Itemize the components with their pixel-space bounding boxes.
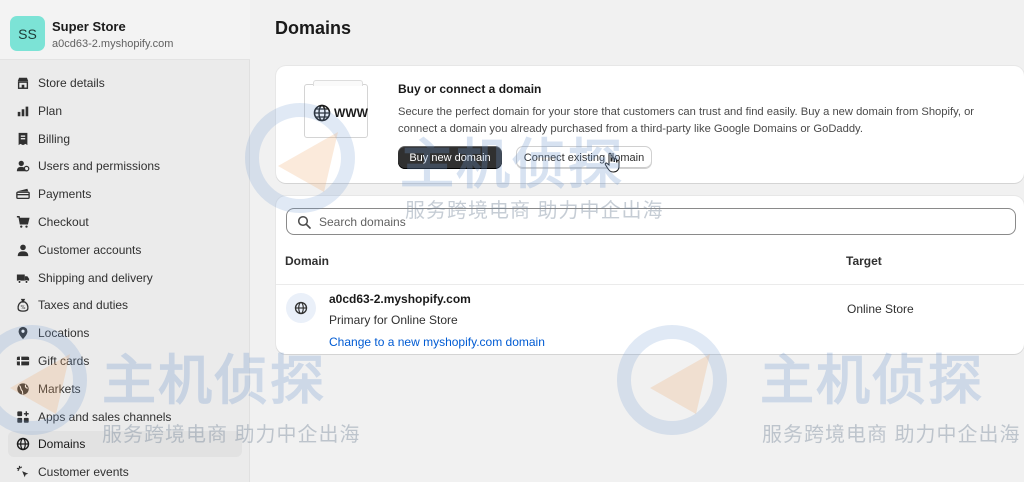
- sidebar-item-label: Markets: [38, 381, 81, 396]
- search-field[interactable]: [286, 208, 1016, 235]
- customer-icon: [15, 242, 31, 258]
- page-title: Domains: [275, 18, 352, 38]
- connect-existing-domain-button[interactable]: Connect existing domain: [516, 146, 652, 169]
- hand-cursor-icon: [604, 152, 620, 173]
- sidebar-item-gift-cards[interactable]: Gift cards: [8, 348, 242, 374]
- header-divider: [276, 284, 1024, 285]
- billing-receipt-icon: [15, 131, 31, 147]
- settings-nav: Store details Plan Billing Users and per…: [8, 70, 242, 482]
- sidebar-item-label: Domains: [38, 437, 86, 452]
- store-icon: [15, 75, 31, 91]
- sidebar-item-label: Payments: [38, 187, 92, 202]
- sidebar-item-label: Store details: [38, 76, 105, 90]
- sidebar-item-customer-accounts[interactable]: Customer accounts: [8, 237, 242, 263]
- buy-card-title: Buy or connect a domain: [398, 82, 542, 96]
- sidebar-item-label: Taxes and duties: [38, 298, 129, 313]
- store-switcher[interactable]: SS Super Store a0cd63-2.myshopify.com: [0, 0, 250, 60]
- domain-target: Online Store: [847, 302, 914, 316]
- store-name: Super Store: [52, 19, 126, 34]
- apps-icon: [15, 409, 31, 425]
- sidebar-item-label: Customer accounts: [38, 242, 142, 257]
- domains-list-card: Domain Target a0cd63-2.myshopify.com Pri…: [276, 196, 1024, 354]
- markets-globe-icon: [15, 381, 31, 397]
- svg-text:%: %: [21, 305, 26, 311]
- location-pin-icon: [15, 325, 31, 341]
- store-avatar: SS: [10, 16, 45, 51]
- sidebar-item-plan[interactable]: Plan: [8, 98, 242, 124]
- buy-connect-domain-card: WWW Buy or connect a domain Secure the p…: [276, 66, 1024, 183]
- sidebar-item-markets[interactable]: Markets: [8, 376, 242, 402]
- truck-icon: [15, 270, 31, 286]
- sidebar-item-customer-events[interactable]: Customer events: [8, 459, 242, 482]
- column-header-domain[interactable]: Domain: [285, 254, 329, 268]
- sidebar-item-label: Users and permissions: [38, 159, 161, 174]
- sidebar-item-shipping[interactable]: Shipping and delivery: [8, 265, 242, 291]
- sidebar-item-taxes[interactable]: % Taxes and duties: [8, 292, 242, 318]
- watermark-subtext: 服务跨境电商 助力中企出海: [762, 424, 1021, 446]
- sidebar-item-label: Checkout: [38, 214, 89, 229]
- sidebar-item-label: Gift cards: [38, 353, 90, 368]
- sidebar-item-label: Billing: [38, 131, 71, 146]
- sidebar-item-label: Apps and sales channels: [38, 409, 172, 424]
- domain-primary-status: Primary for Online Store: [329, 313, 458, 327]
- domains-globe-icon: [15, 436, 31, 452]
- sidebar-item-payments[interactable]: Payments: [8, 181, 242, 207]
- globe-icon: [313, 104, 331, 122]
- sidebar-item-domains[interactable]: Domains: [8, 431, 242, 458]
- www-label: WWW: [334, 106, 368, 120]
- gift-card-icon: [15, 353, 31, 369]
- sidebar-item-label: Shipping and delivery: [38, 270, 153, 285]
- taxes-bag-icon: %: [15, 297, 31, 313]
- sidebar-item-billing[interactable]: Billing: [8, 126, 242, 152]
- change-myshopify-domain-link[interactable]: Change to a new myshopify.com domain: [329, 335, 545, 349]
- sidebar-item-users[interactable]: Users and permissions: [8, 153, 242, 179]
- www-browser-illustration: WWW: [304, 80, 368, 138]
- settings-sidebar: SS Super Store a0cd63-2.myshopify.com St…: [0, 0, 250, 482]
- sidebar-item-label: Locations: [38, 326, 90, 341]
- sparkle-cursor-icon: [15, 464, 31, 480]
- users-icon: [15, 158, 31, 174]
- search-input[interactable]: [319, 212, 999, 231]
- search-icon: [297, 215, 311, 229]
- column-header-target[interactable]: Target: [846, 254, 882, 268]
- sidebar-item-label: Customer events: [38, 465, 129, 480]
- sidebar-item-locations[interactable]: Locations: [8, 320, 242, 346]
- payments-icon: [15, 186, 31, 202]
- buy-card-description: Secure the perfect domain for your store…: [398, 106, 975, 135]
- sidebar-item-store-details[interactable]: Store details: [8, 70, 242, 96]
- domain-globe-icon: [286, 293, 316, 323]
- sidebar-item-apps[interactable]: Apps and sales channels: [8, 404, 242, 430]
- domain-name[interactable]: a0cd63-2.myshopify.com: [329, 292, 471, 306]
- store-url: a0cd63-2.myshopify.com: [52, 38, 174, 50]
- cart-icon: [15, 214, 31, 230]
- plan-chart-icon: [15, 103, 31, 119]
- sidebar-item-checkout[interactable]: Checkout: [8, 209, 242, 235]
- sidebar-item-label: Plan: [38, 103, 63, 118]
- buy-new-domain-button[interactable]: Buy new domain: [398, 146, 502, 169]
